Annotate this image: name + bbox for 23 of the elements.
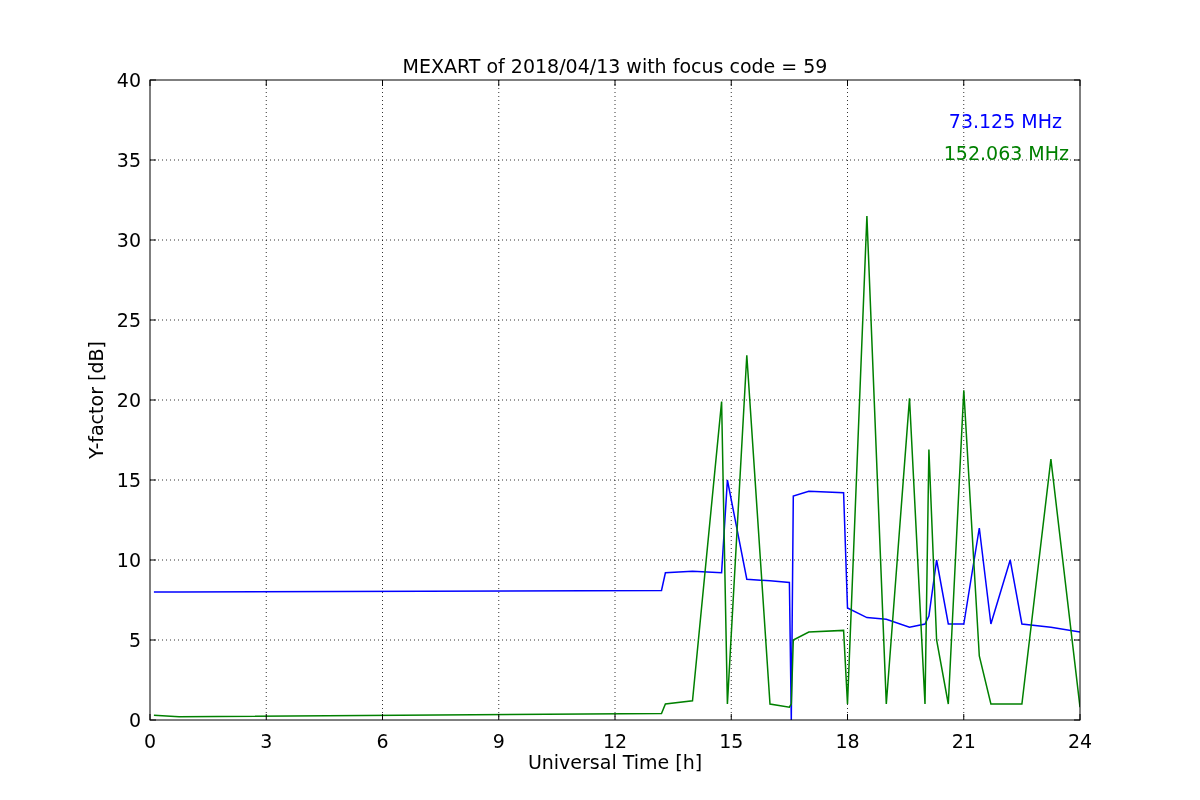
tick-label: 10 <box>116 549 141 571</box>
tick-label: 0 <box>143 730 157 752</box>
tick-label: 21 <box>951 730 976 752</box>
tick-label: 9 <box>492 730 505 752</box>
tick-label: 24 <box>1067 730 1093 752</box>
tick-label: 20 <box>116 389 141 411</box>
tick-label: 12 <box>602 730 628 752</box>
tick-label: 5 <box>128 629 141 651</box>
tick-label: 6 <box>376 730 389 752</box>
tick-label: 15 <box>719 730 744 752</box>
chart-title: MEXART of 2018/04/13 with focus code = 59 <box>402 55 828 77</box>
legend-label: 152.063 MHz <box>943 142 1069 164</box>
tick-label: 18 <box>835 730 860 752</box>
tick-label: 40 <box>116 69 141 91</box>
tick-label: 30 <box>116 229 141 251</box>
legend-label: 73.125 MHz <box>948 110 1062 132</box>
tick-label: 15 <box>116 469 141 491</box>
tick-label: 0 <box>128 709 141 731</box>
tick-label: 3 <box>260 730 273 752</box>
axis-label: Y-factor [dB] <box>85 341 107 459</box>
tick-label: 35 <box>116 149 141 171</box>
axis-label: Universal Time [h] <box>527 751 703 773</box>
tick-label: 25 <box>116 309 141 331</box>
